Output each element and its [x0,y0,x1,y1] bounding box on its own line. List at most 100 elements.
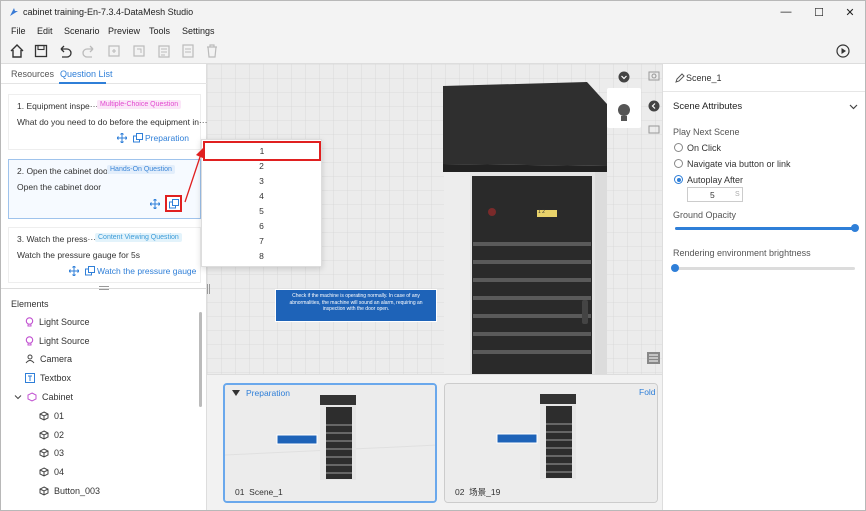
tree-item-textbox[interactable]: Textbox [25,373,71,383]
move-icon[interactable] [117,133,127,143]
tree-item-01[interactable]: 01 [39,411,64,421]
thumbnail-render [225,385,435,501]
elements-header: Elements [11,299,49,309]
menu-bar: File Edit Scenario Preview Tools Setting… [1,23,865,39]
tree-item-camera[interactable]: Camera [25,354,72,364]
move-icon[interactable] [150,199,160,209]
home-icon[interactable] [9,43,25,59]
question-text: Open the cabinet door [17,182,102,192]
question-text: Watch the pressure gauge for 5s [17,250,141,260]
delete-icon[interactable] [204,43,220,59]
lightbulb-icon [25,336,34,346]
menu-edit[interactable]: Edit [37,26,53,36]
monitor-icon[interactable] [648,124,660,136]
view-gizmo[interactable] [607,88,641,128]
menu-tools[interactable]: Tools [149,26,170,36]
slider-fill [675,227,855,230]
slider-handle[interactable] [851,224,859,232]
question-card-1[interactable]: 1. Equipment inspe··· Multiple-Choice Qu… [8,94,207,150]
maximize-button[interactable]: ☐ [804,4,834,20]
question-card-3[interactable]: 3. Watch the press··· Content Viewing Qu… [8,227,201,283]
save-icon[interactable] [33,43,49,59]
dropdown-option-selected[interactable]: 1 [203,141,321,161]
link-scene-icon[interactable] [85,266,95,276]
brightness-slider[interactable] [671,264,855,272]
thumbnail-tag: Preparation [246,388,290,398]
dropdown-option[interactable]: 7 [202,234,321,249]
scene-list-icon[interactable] [647,352,660,364]
ground-opacity-label: Ground Opacity [673,210,737,220]
section-title: Scene Attributes [673,101,743,112]
list-icon[interactable] [180,43,196,59]
dropdown-option[interactable]: 8 [202,249,321,264]
menu-file[interactable]: File [11,26,26,36]
tree-item-button-003[interactable]: Button_003 [39,486,100,496]
panel-tabs: Resources Question List [1,64,207,84]
dropdown-option[interactable]: 3 [202,174,321,189]
menu-settings[interactable]: Settings [182,26,215,36]
copy-icon[interactable] [106,43,122,59]
screenshot-icon[interactable] [648,70,660,82]
info-text: Check if the machine is operating normal… [289,293,423,312]
cube-icon [39,486,49,496]
toolbar [1,39,865,64]
tab-resources[interactable]: Resources [11,69,54,79]
edit-pencil-icon[interactable] [675,73,685,83]
model-group-icon [27,392,37,402]
play-icon[interactable] [835,43,851,59]
collapse-triangle-icon[interactable] [232,390,240,396]
splitter-handle-icon[interactable] [99,286,109,290]
radio-on-click[interactable] [674,143,683,152]
tree-item-02[interactable]: 02 [39,430,64,440]
slider-handle[interactable] [671,264,679,272]
menu-scenario[interactable]: Scenario [64,26,100,36]
ground-opacity-slider[interactable] [675,224,859,232]
move-icon[interactable] [69,266,79,276]
link-scene-button-highlighted[interactable] [165,195,182,212]
redo-icon[interactable] [81,43,97,59]
chevron-down-icon[interactable] [14,393,22,401]
minimize-button[interactable]: — [771,4,801,20]
tab-question-list[interactable]: Question List [60,69,113,79]
autoplay-unit: S [735,191,740,198]
tree-item-04[interactable]: 04 [39,467,64,477]
app-logo-icon [10,8,18,16]
tree-item-cabinet[interactable]: Cabinet [14,392,73,402]
cube-icon [39,411,49,421]
minimize-icon: — [780,6,792,18]
dropdown-option[interactable]: 5 [202,204,321,219]
duplicate-icon[interactable] [131,43,147,59]
scene-thumbnail-2[interactable]: Fold 02 场景_19 [444,383,658,503]
collapse-panel-icon[interactable] [648,100,660,112]
linked-scene-link[interactable]: Watch the pressure gauge [97,266,196,276]
scene-thumbnail-1[interactable]: Preparation 01 Scene_1 [223,383,437,503]
menu-preview[interactable]: Preview [108,26,140,36]
tree-item-light-source[interactable]: Light Source [25,317,90,327]
dropdown-option[interactable]: 2 [202,159,321,174]
panel-resize-handle[interactable] [207,284,210,294]
chevron-down-icon[interactable] [849,102,858,111]
elements-scrollbar[interactable] [199,312,202,407]
tab-underline [59,82,106,84]
collapse-down-icon[interactable] [618,71,630,83]
scene-name[interactable]: Scene_1 [686,73,722,83]
radio-label: Autoplay After [687,175,744,185]
close-button[interactable]: ✕ [835,4,865,20]
tree-item-light-source[interactable]: Light Source [25,336,90,346]
question-actions: Preparation [117,133,189,143]
dropdown-option[interactable]: 4 [202,189,321,204]
thumbnail-tag[interactable]: Fold [639,387,656,397]
tree-item-03[interactable]: 03 [39,448,64,458]
info-textbox[interactable]: Check if the machine is operating normal… [275,289,437,322]
undo-icon[interactable] [57,43,73,59]
question-card-2[interactable]: 2. Open the cabinet door Hands-On Questi… [8,159,201,219]
dropdown-option[interactable]: 6 [202,219,321,234]
radio-navigate[interactable] [674,159,683,168]
autoplay-value: 5 [710,190,715,200]
paste-icon[interactable] [156,43,172,59]
window-title: cabinet training-En-7.3.4-DataMesh Studi… [23,7,194,17]
radio-autoplay-selected[interactable] [674,175,683,184]
link-scene-icon[interactable] [133,133,143,143]
autoplay-seconds-input[interactable]: 5 S [687,187,743,202]
linked-scene-link[interactable]: Preparation [145,133,189,143]
